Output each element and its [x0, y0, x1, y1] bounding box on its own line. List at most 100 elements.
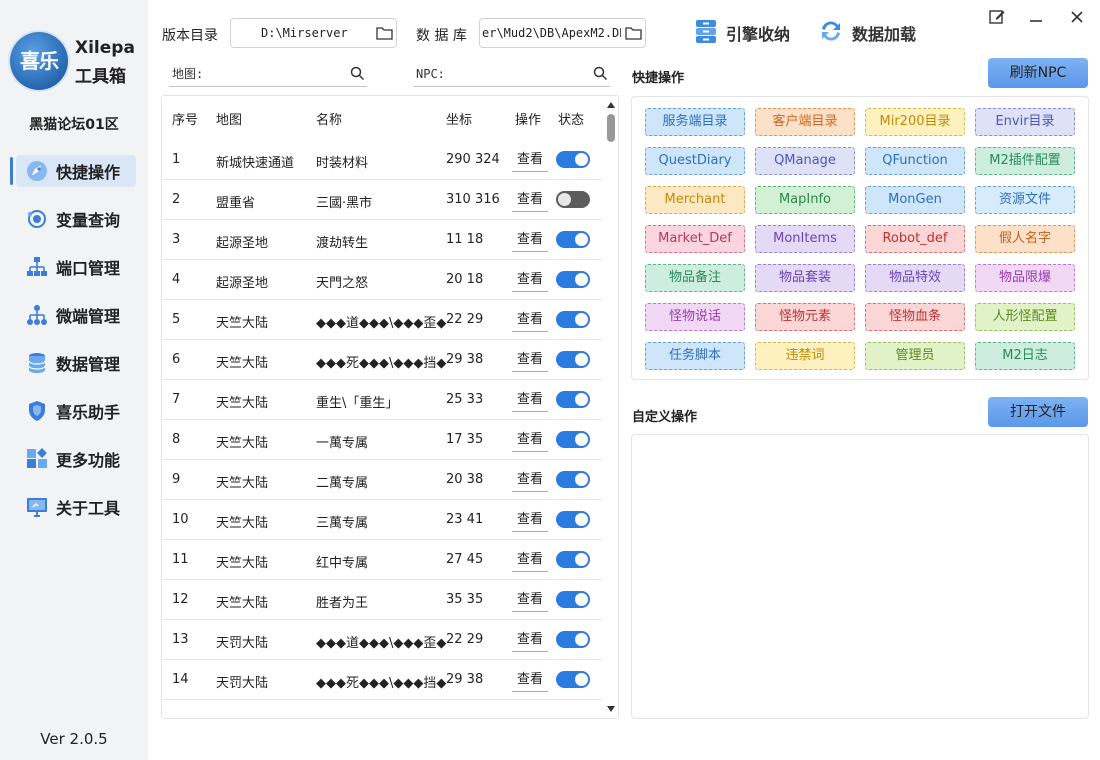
quick-button[interactable]: 怪物血条	[865, 303, 965, 331]
quick-button[interactable]: MapInfo	[755, 186, 855, 214]
view-button[interactable]: 查看	[512, 388, 548, 412]
quick-button[interactable]: Robot_def	[865, 225, 965, 253]
quick-button[interactable]: 管理员	[865, 342, 965, 370]
quick-button[interactable]: QFunction	[865, 147, 965, 175]
status-toggle[interactable]	[556, 511, 590, 528]
view-button[interactable]: 查看	[512, 508, 548, 532]
quick-button[interactable]: Envir目录	[975, 108, 1075, 136]
cell-coord: 29 38	[446, 352, 484, 367]
view-button[interactable]: 查看	[512, 628, 548, 652]
sidebar-item-4[interactable]: 数据管理	[16, 347, 136, 379]
quick-button[interactable]: 物品特效	[865, 264, 965, 292]
sidebar-item-label: 关于工具	[56, 499, 121, 518]
quick-button[interactable]: 物品套装	[755, 264, 855, 292]
status-toggle[interactable]	[556, 351, 590, 368]
quick-button[interactable]: 违禁词	[755, 342, 855, 370]
status-toggle[interactable]	[556, 391, 590, 408]
folder-icon[interactable]	[372, 26, 396, 40]
view-button[interactable]: 查看	[512, 468, 548, 492]
quick-button[interactable]: 资源文件	[975, 186, 1075, 214]
cell-coord: 310 316	[446, 192, 500, 207]
network-icon	[24, 255, 50, 279]
quick-button[interactable]: M2插件配置	[975, 147, 1075, 175]
search-icon[interactable]	[347, 66, 367, 81]
view-button[interactable]: 查看	[512, 588, 548, 612]
cell-map: 天竺大陆	[216, 396, 269, 411]
quick-button[interactable]: QManage	[755, 147, 855, 175]
status-toggle[interactable]	[556, 631, 590, 648]
sidebar-item-7[interactable]: 关于工具	[16, 491, 136, 523]
status-toggle[interactable]	[556, 231, 590, 248]
engine-button[interactable]: 引擎收纳	[694, 18, 790, 48]
quick-button[interactable]: 客户端目录	[755, 108, 855, 136]
quick-button[interactable]: M2日志	[975, 342, 1075, 370]
quick-button[interactable]: 服务端目录	[645, 108, 745, 136]
sidebar-item-5[interactable]: 喜乐助手	[16, 395, 136, 427]
map-search-input[interactable]: 地图:	[169, 65, 347, 82]
quick-button[interactable]: Mir200目录	[865, 108, 965, 136]
view-button[interactable]: 查看	[512, 188, 548, 212]
view-button[interactable]: 查看	[512, 148, 548, 172]
cell-coord: 29 38	[446, 672, 484, 687]
sidebar-item-2[interactable]: 端口管理	[16, 251, 136, 283]
scroll-up-icon[interactable]	[607, 102, 615, 108]
table-scrollbar[interactable]	[604, 96, 618, 718]
quick-button[interactable]: MonItems	[755, 225, 855, 253]
status-toggle[interactable]	[556, 551, 590, 568]
view-button[interactable]: 查看	[512, 228, 548, 252]
view-button[interactable]: 查看	[512, 428, 548, 452]
status-toggle[interactable]	[556, 151, 590, 168]
status-toggle[interactable]	[556, 191, 590, 208]
cell-coord: 22 29	[446, 632, 484, 647]
view-button[interactable]: 查看	[512, 668, 548, 692]
status-toggle[interactable]	[556, 591, 590, 608]
status-toggle[interactable]	[556, 471, 590, 488]
refresh-npc-button[interactable]: 刷新NPC	[988, 58, 1088, 88]
minimize-icon[interactable]	[1024, 6, 1048, 28]
sidebar-item-6[interactable]: 更多功能	[16, 443, 136, 475]
app-logo: 喜乐	[10, 32, 68, 90]
sidebar-item-3[interactable]: 微端管理	[16, 299, 136, 331]
open-file-button[interactable]: 打开文件	[988, 397, 1088, 427]
scroll-down-icon[interactable]	[607, 706, 615, 712]
folder-icon[interactable]	[621, 26, 645, 40]
npc-search[interactable]: NPC:	[413, 61, 610, 87]
quick-button[interactable]: 人形怪配置	[975, 303, 1075, 331]
quick-button[interactable]: Market_Def	[645, 225, 745, 253]
header-coord: 坐标	[446, 112, 473, 128]
table-row: 2 盟重省 三國·黑市 310 316 查看	[162, 180, 602, 220]
data-load-button[interactable]: 数据加载	[818, 18, 916, 48]
table-row: 6 天竺大陆 ◆◆◆死◆◆◆\◆◆◆挡◆ 29 38 查看	[162, 340, 602, 380]
view-button[interactable]: 查看	[512, 548, 548, 572]
quick-button[interactable]: 任务脚本	[645, 342, 745, 370]
map-search[interactable]: 地图:	[169, 61, 367, 87]
sidebar-item-0[interactable]: 快捷操作	[10, 155, 136, 187]
npc-search-input[interactable]: NPC:	[413, 67, 590, 81]
sidebar-item-label: 端口管理	[56, 259, 121, 278]
status-toggle[interactable]	[556, 671, 590, 688]
close-icon[interactable]	[1065, 6, 1089, 28]
cell-coord: 27 45	[446, 552, 484, 567]
quick-button[interactable]: 怪物说话	[645, 303, 745, 331]
quick-button[interactable]: Merchant	[645, 186, 745, 214]
quick-button[interactable]: 假人名字	[975, 225, 1075, 253]
view-button[interactable]: 查看	[512, 348, 548, 372]
status-toggle[interactable]	[556, 431, 590, 448]
quick-button[interactable]: 物品限爆	[975, 264, 1075, 292]
version-dir-field[interactable]: D:\Mirserver	[230, 18, 397, 48]
logo-text: 喜乐	[20, 49, 59, 73]
cell-map: 盟重省	[216, 196, 256, 211]
view-button[interactable]: 查看	[512, 308, 548, 332]
scroll-thumb[interactable]	[607, 114, 615, 142]
quick-button[interactable]: 物品备注	[645, 264, 745, 292]
quick-button[interactable]: QuestDiary	[645, 147, 745, 175]
sidebar-item-1[interactable]: 变量查询	[16, 203, 136, 235]
quick-button[interactable]: 怪物元素	[755, 303, 855, 331]
status-toggle[interactable]	[556, 271, 590, 288]
edit-icon[interactable]	[985, 6, 1009, 28]
search-icon[interactable]	[590, 66, 610, 81]
db-field[interactable]: er\Mud2\DB\ApexM2.DB	[479, 18, 646, 48]
status-toggle[interactable]	[556, 311, 590, 328]
view-button[interactable]: 查看	[512, 268, 548, 292]
quick-button[interactable]: MonGen	[865, 186, 965, 214]
